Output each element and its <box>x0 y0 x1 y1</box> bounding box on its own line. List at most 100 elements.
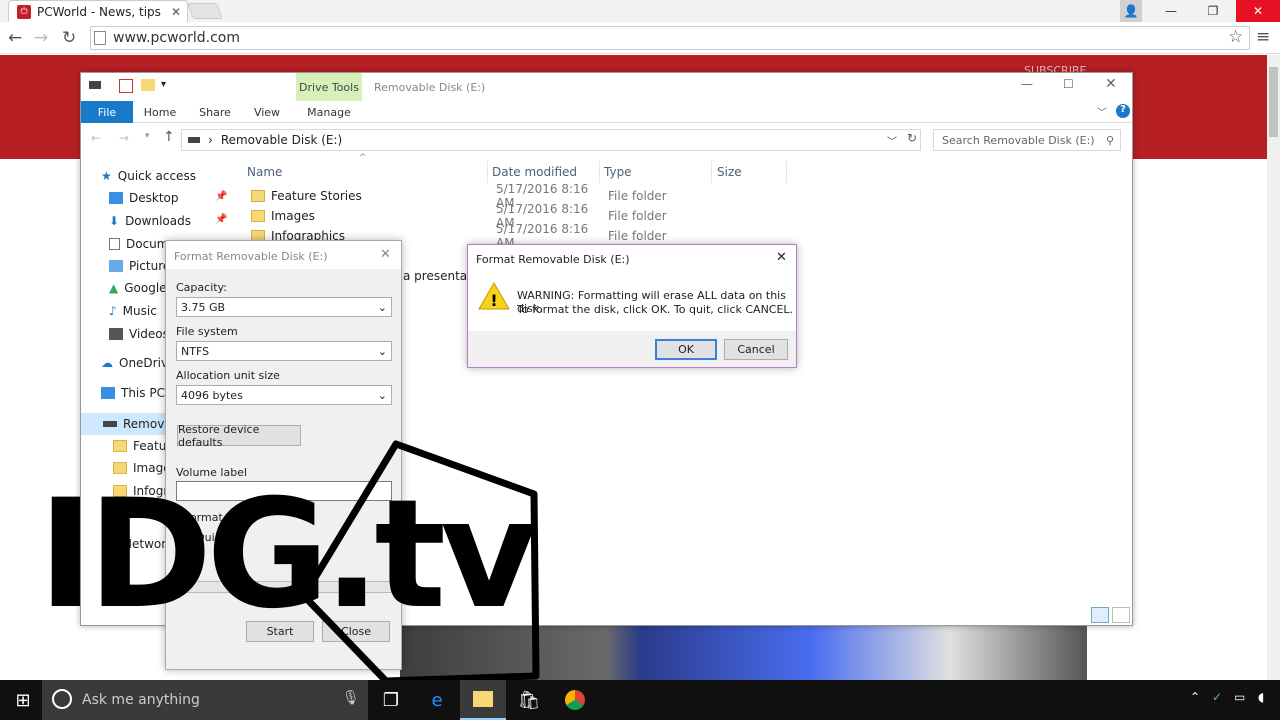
col-date[interactable]: Date modified <box>487 161 599 183</box>
microphone-icon[interactable]: 🎙 <box>342 690 360 706</box>
nav-videos[interactable]: Videos <box>109 323 169 345</box>
ribbon-tabs: File Home Share View Manage ﹀ ? <box>81 101 1132 123</box>
tab-close-icon[interactable]: ✕ <box>171 5 181 19</box>
properties-icon[interactable] <box>119 79 133 93</box>
new-folder-icon[interactable] <box>141 79 155 91</box>
page-icon <box>94 31 106 45</box>
drive-icon <box>188 137 200 143</box>
explorer-back-icon[interactable]: ← <box>91 131 101 145</box>
menu-icon[interactable]: ≡ <box>1256 27 1270 47</box>
ok-button[interactable]: OK <box>655 339 717 360</box>
breadcrumb: Removable Disk (E:) <box>220 133 343 147</box>
nav-folder-feature[interactable]: Feature <box>113 435 167 457</box>
tab-file[interactable]: File <box>81 101 133 123</box>
explorer-close-icon[interactable]: ✕ <box>1105 76 1117 92</box>
allocation-select[interactable]: 4096 bytes ⌄ <box>176 385 392 405</box>
google-drive-icon: ▲ <box>109 281 119 295</box>
qat-dropdown-icon[interactable]: ▾ <box>161 79 166 90</box>
search-icon: ⚲ <box>1105 133 1114 147</box>
file-explorer-taskbar-icon[interactable] <box>460 680 506 720</box>
url-text: www.pcworld.com <box>113 30 240 46</box>
nav-this-pc[interactable]: This PC <box>101 382 165 404</box>
format-dialog-close-icon[interactable]: ✕ <box>380 247 391 262</box>
tab-share[interactable]: Share <box>193 101 237 123</box>
up-icon[interactable]: ↑ <box>163 129 175 145</box>
close-window-icon[interactable]: ✕ <box>1236 0 1280 22</box>
bookmark-star-icon[interactable]: ☆ <box>1228 27 1243 47</box>
reload-icon[interactable]: ↻ <box>62 28 76 48</box>
warning-dialog-close-icon[interactable]: ✕ <box>776 250 787 265</box>
nav-documents[interactable]: Documents <box>109 233 167 255</box>
drive-tools-label: Drive Tools <box>296 73 362 101</box>
nav-onedrive[interactable]: ☁OneDrive <box>101 352 167 374</box>
details-view-icon[interactable] <box>1091 607 1109 623</box>
chevron-down-icon: ⌄ <box>377 300 387 314</box>
forward-icon[interactable]: → <box>34 28 48 48</box>
capacity-select[interactable]: 3.75 GB ⌄ <box>176 297 392 317</box>
folder-icon <box>251 210 265 222</box>
volume-icon[interactable]: ◖ <box>1258 690 1264 704</box>
store-icon[interactable]: 🛍 <box>506 680 552 720</box>
explorer-maximize-icon[interactable]: ☐ <box>1063 77 1074 91</box>
recent-locations-icon[interactable]: ▾ <box>145 131 150 141</box>
network-tray-icon[interactable]: ✓ <box>1212 690 1222 704</box>
breadcrumb-chevron-icon: › <box>208 133 213 147</box>
col-name[interactable]: Name <box>247 161 487 183</box>
large-icons-view-icon[interactable] <box>1112 607 1130 623</box>
nav-music[interactable]: ♪ Music <box>109 300 157 322</box>
col-type[interactable]: Type <box>599 161 711 183</box>
battery-icon[interactable]: ▭ <box>1234 690 1245 704</box>
nav-google-drive[interactable]: ▲ Google <box>109 277 167 299</box>
format-dialog-title: Format Removable Disk (E:) <box>174 250 328 263</box>
explorer-address-bar[interactable]: › Removable Disk (E:) <box>181 129 921 151</box>
star-icon: ★ <box>101 169 112 183</box>
tab-view[interactable]: View <box>249 101 285 123</box>
desktop-icon <box>109 192 123 204</box>
restore-icon[interactable]: ❐ <box>1200 0 1226 22</box>
pin-icon: 📌 <box>215 191 228 202</box>
user-icon[interactable]: 👤 <box>1120 0 1142 22</box>
address-dropdown-icon[interactable]: ﹀ <box>887 133 897 148</box>
warning-dialog: Format Removable Disk (E:) ✕ ! WARNING: … <box>467 244 797 368</box>
refresh-icon[interactable]: ↻ <box>907 131 917 145</box>
cancel-button[interactable]: Cancel <box>724 339 788 360</box>
col-size[interactable]: Size <box>711 161 787 183</box>
tab-home[interactable]: Home <box>139 101 181 123</box>
search-placeholder: Search Removable Disk (E:) <box>942 133 1095 147</box>
tray-chevron-icon[interactable]: ⌃ <box>1190 690 1200 704</box>
chrome-icon[interactable] <box>552 680 598 720</box>
chevron-down-icon: ⌄ <box>377 388 387 402</box>
explorer-forward-icon[interactable]: → <box>119 131 129 145</box>
tab-title: PCWorld - News, tips and <box>37 4 165 19</box>
page-scrollbar[interactable] <box>1267 55 1280 680</box>
cortana-search[interactable]: Ask me anything <box>42 680 368 720</box>
allocation-label: Allocation unit size <box>176 369 280 382</box>
folder-icon <box>113 440 127 452</box>
explorer-title: Removable Disk (E:) <box>374 81 486 94</box>
new-tab-button[interactable] <box>187 3 223 19</box>
nav-desktop[interactable]: Desktop <box>109 187 179 209</box>
restore-defaults-button[interactable]: Restore device defaults <box>177 423 301 449</box>
explorer-minimize-icon[interactable]: — <box>1021 77 1033 91</box>
cloud-icon: ☁ <box>101 356 113 370</box>
nav-pictures[interactable]: Pictures <box>109 255 167 277</box>
back-icon[interactable]: ← <box>8 28 22 48</box>
help-icon[interactable]: ? <box>1116 104 1130 118</box>
file-system-label: File system <box>176 325 238 338</box>
explorer-search-input[interactable]: Search Removable Disk (E:) ⚲ <box>933 129 1121 151</box>
tab-manage[interactable]: Manage <box>301 101 357 123</box>
capacity-label: Capacity: <box>176 281 227 294</box>
minimize-icon[interactable]: — <box>1158 0 1184 22</box>
nav-downloads[interactable]: ⬇ Downloads <box>109 210 191 232</box>
nav-removable-disk[interactable]: Removable <box>81 413 167 435</box>
task-view-icon[interactable]: ❐ <box>368 680 414 720</box>
browser-tab[interactable]: ⏻ PCWorld - News, tips and ✕ <box>8 0 188 22</box>
address-bar[interactable]: www.pcworld.com <box>90 26 1250 50</box>
ribbon-expand-icon[interactable]: ﹀ <box>1097 104 1107 119</box>
file-system-select[interactable]: NTFS ⌄ <box>176 341 392 361</box>
edge-icon[interactable]: e <box>414 680 460 720</box>
nav-quick-access[interactable]: ★ Quick access <box>101 165 196 187</box>
windows-start-icon[interactable]: ⊞ <box>0 680 46 720</box>
document-icon <box>109 238 120 250</box>
svg-text:!: ! <box>490 291 497 310</box>
